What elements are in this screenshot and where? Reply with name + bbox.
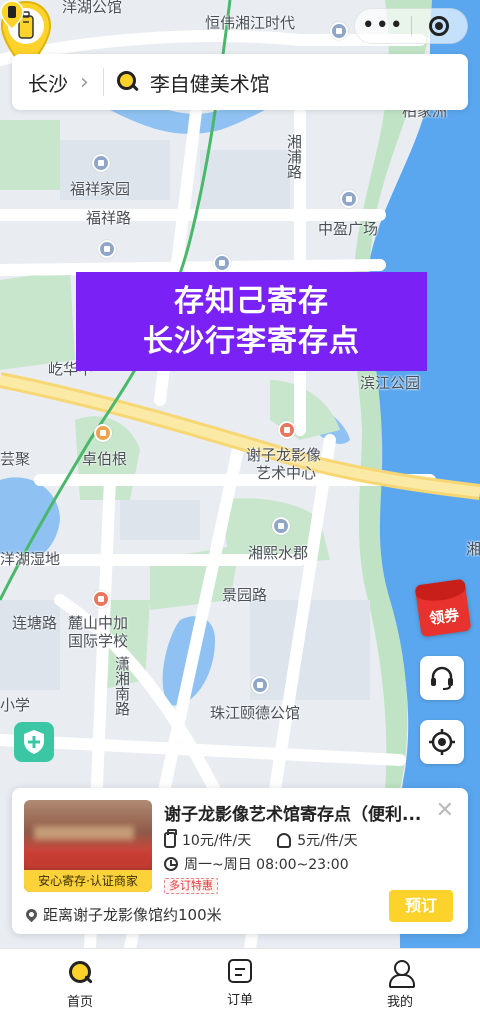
tab-home-label: 首页	[66, 995, 93, 1010]
map-label: 芸聚	[0, 450, 31, 468]
poi-pin-icon	[330, 22, 348, 40]
suitcase-icon	[164, 829, 177, 848]
location-pin-icon	[23, 906, 40, 923]
map-label: 景园路	[222, 586, 268, 604]
map-label: 洋湖湿地	[0, 550, 61, 568]
poi-pin-icon	[92, 154, 110, 172]
search-bar[interactable]: 长沙 › 李自健美术馆	[12, 54, 468, 110]
banner-title: 存知己寄存	[174, 283, 329, 319]
small-item-price: 5元/件/天	[277, 830, 358, 850]
storage-marker-icon[interactable]	[0, 0, 24, 30]
city-selector[interactable]: 长沙 ›	[28, 68, 89, 97]
coupon-label: 领券	[428, 605, 461, 628]
map-label: 洋湖公馆	[62, 0, 123, 16]
map-label: 艺术中心	[256, 464, 317, 482]
tab-home[interactable]: 首页	[0, 949, 160, 1013]
tab-orders-label: 订单	[226, 993, 253, 1008]
map-label: 中盈广场	[318, 220, 379, 238]
storage-point-card[interactable]: 安心寄存·认证商家 谢子龙影像艺术馆寄存点（便利... ✕ 10元/件/天 5元…	[12, 788, 468, 934]
close-miniprogram-button[interactable]	[411, 16, 467, 36]
headset-icon	[431, 666, 453, 690]
bottom-tab-bar: 首页 订单 我的	[0, 948, 480, 1013]
shield-plus-icon	[24, 730, 44, 754]
large-price-text: 10元/件/天	[182, 833, 252, 849]
map-label: 滨江公园	[360, 374, 421, 392]
search-home-icon	[67, 959, 93, 985]
book-button[interactable]: 预订	[389, 890, 453, 922]
large-item-price: 10元/件/天	[164, 829, 252, 850]
storage-point-title: 谢子龙影像艺术馆寄存点（便利...	[164, 805, 422, 825]
search-icon	[116, 70, 140, 94]
chevron-right-icon: ›	[80, 69, 89, 95]
map-label: 国际学校	[68, 632, 129, 650]
crosshair-icon	[429, 729, 455, 755]
more-menu-button[interactable]: •••	[355, 8, 411, 44]
small-price-text: 5元/件/天	[297, 833, 358, 849]
user-icon	[387, 959, 415, 988]
distance-info: 距离谢子龙影像馆约100米	[23, 904, 222, 925]
tab-orders[interactable]: 订单	[160, 949, 320, 1013]
poi-pin-icon	[340, 190, 358, 208]
hours-text: 周一~周日 08:00~23:00	[184, 857, 349, 873]
price-row: 10元/件/天 5元/件/天	[164, 829, 358, 850]
poi-pin-icon	[92, 590, 110, 608]
map-label: 湘熙水郡	[248, 544, 309, 562]
poi-pin-icon	[272, 517, 290, 535]
poi-pin-icon	[98, 240, 116, 258]
locate-me-button[interactable]	[420, 720, 464, 764]
map-label: 福祥路	[86, 209, 132, 227]
tab-profile-label: 我的	[386, 995, 413, 1010]
order-icon	[228, 959, 252, 983]
map-label: 湘	[466, 540, 480, 558]
miniprogram-capsule: •••	[354, 8, 468, 44]
map-label: 恒伟湘江时代	[205, 14, 296, 32]
map-label: 卓伯根	[82, 450, 128, 468]
banner-subtitle: 长沙行李寄存点	[143, 323, 360, 359]
promo-banner: 存知己寄存 长沙行李寄存点	[76, 272, 427, 371]
poi-pin-icon	[213, 254, 231, 272]
map-label: 福祥家园	[70, 180, 131, 198]
map-label: 连塘路	[12, 614, 58, 632]
safety-button[interactable]	[14, 722, 54, 762]
city-label: 长沙	[28, 71, 68, 96]
customer-service-button[interactable]	[420, 656, 464, 700]
map-label: 珠江颐德公馆	[210, 704, 301, 722]
coupon-button[interactable]: 领券	[414, 578, 472, 638]
poi-pin-icon	[278, 421, 296, 439]
map-label: 潇湘南路	[113, 656, 131, 716]
poi-pin-icon	[251, 676, 269, 694]
map-label: 湘浦路	[285, 134, 303, 179]
clock-icon	[164, 857, 178, 871]
close-icon[interactable]: ✕	[436, 798, 454, 823]
tab-profile[interactable]: 我的	[320, 949, 480, 1013]
search-input[interactable]: 李自健美术馆	[150, 68, 270, 97]
business-hours: 周一~周日 08:00~23:00	[164, 854, 349, 874]
map-label: 小学	[0, 696, 31, 714]
distance-text: 距离谢子龙影像馆约100米	[43, 906, 222, 924]
poi-pin-icon	[94, 424, 112, 442]
certified-merchant-badge: 安心寄存·认证商家	[24, 870, 152, 892]
backpack-icon	[277, 832, 292, 848]
promo-tag: 多订特惠	[164, 878, 218, 894]
target-icon	[429, 16, 450, 36]
divider	[102, 68, 104, 96]
